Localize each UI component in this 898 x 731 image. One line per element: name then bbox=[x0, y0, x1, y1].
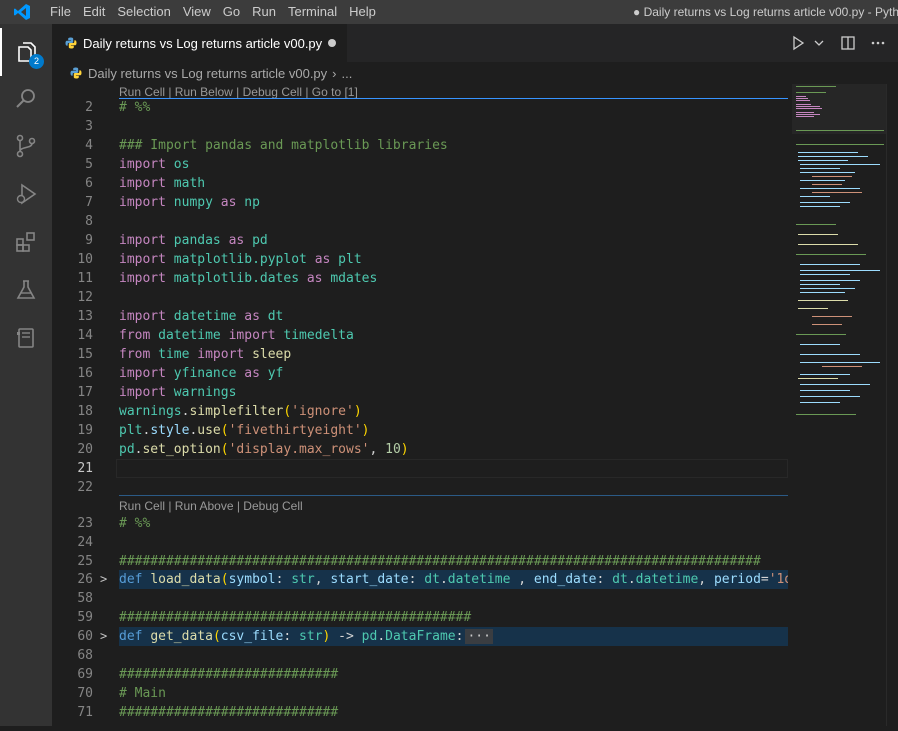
run-debug-icon bbox=[16, 183, 37, 205]
code-line: 5 import os bbox=[85, 157, 190, 172]
flask-icon bbox=[16, 280, 36, 299]
code-line: 4 ### Import pandas and matplotlib librar… bbox=[85, 138, 448, 153]
editor-actions bbox=[790, 24, 886, 62]
breadcrumb: Daily returns vs Log returns article v00… bbox=[52, 62, 898, 84]
code-line: 3 bbox=[85, 119, 93, 134]
testing-button[interactable] bbox=[0, 266, 52, 314]
code-line: 2 # %% bbox=[85, 100, 151, 115]
more-actions-icon[interactable] bbox=[870, 35, 886, 51]
chevron-right-icon[interactable]: > bbox=[100, 627, 107, 646]
code-line: 70 # Main bbox=[77, 686, 166, 701]
vscode-logo-icon bbox=[0, 0, 44, 24]
menu-edit[interactable]: Edit bbox=[77, 0, 111, 24]
python-file-icon bbox=[65, 37, 77, 49]
code-line-current[interactable]: 21 bbox=[52, 459, 788, 478]
explorer-button[interactable]: 2 bbox=[0, 28, 52, 76]
menu-terminal[interactable]: Terminal bbox=[282, 0, 343, 24]
code-line: 16 import yfinance as yf bbox=[77, 366, 284, 381]
chevron-down-icon[interactable] bbox=[814, 35, 824, 51]
source-control-button[interactable] bbox=[0, 122, 52, 170]
activity-bar: 2 bbox=[0, 24, 52, 726]
notebook-icon bbox=[17, 328, 34, 348]
fold-ellipsis[interactable]: ··· bbox=[465, 629, 493, 644]
menu-run[interactable]: Run bbox=[246, 0, 282, 24]
code-line: 12 bbox=[77, 290, 93, 305]
run-debug-button[interactable] bbox=[0, 170, 52, 218]
code-line: 6 import math bbox=[85, 176, 206, 191]
editor-tab[interactable]: Daily returns vs Log returns article v00… bbox=[52, 24, 347, 62]
code-line: 25 ######################################… bbox=[77, 554, 761, 569]
code-line: 15 from time import sleep bbox=[77, 347, 292, 362]
minimap[interactable] bbox=[792, 84, 886, 726]
code-line: 58 bbox=[77, 591, 93, 606]
source-control-icon bbox=[16, 134, 36, 158]
code-line: 7 import numpy as np bbox=[85, 195, 260, 210]
breadcrumb-separator: › bbox=[332, 65, 337, 81]
code-line: 11 import matplotlib.dates as mdates bbox=[77, 271, 378, 286]
code-line: 9 import pandas as pd bbox=[85, 233, 268, 248]
menu-bar: File Edit Selection View Go Run Terminal… bbox=[44, 0, 382, 24]
code-line: 14 from datetime import timedelta bbox=[77, 328, 354, 343]
chevron-right-icon[interactable]: > bbox=[100, 570, 107, 589]
menu-file[interactable]: File bbox=[44, 0, 77, 24]
python-file-icon bbox=[70, 67, 82, 79]
unsaved-dot-icon[interactable] bbox=[328, 39, 336, 47]
search-button[interactable] bbox=[0, 74, 52, 122]
split-editor-icon[interactable] bbox=[840, 35, 856, 51]
code-line: 69 ############################ bbox=[77, 667, 339, 682]
code-line: 71 ############################ bbox=[77, 705, 339, 720]
code-line: 68 bbox=[77, 648, 93, 663]
explorer-badge: 2 bbox=[29, 54, 44, 69]
extensions-button[interactable] bbox=[0, 218, 52, 266]
code-line-folded: 26 > def load_data(symbol: str, start_date… bbox=[77, 570, 788, 589]
tab-bar: Daily returns vs Log returns article v00… bbox=[52, 24, 898, 62]
code-line: 8 bbox=[85, 214, 93, 229]
window-title: ● Daily returns vs Log returns article v… bbox=[633, 5, 898, 19]
code-line: 17 import warnings bbox=[77, 385, 237, 400]
search-icon bbox=[16, 89, 35, 108]
code-line: 10 import matplotlib.pyplot as plt bbox=[77, 252, 362, 267]
run-icon[interactable] bbox=[790, 35, 806, 51]
extensions-icon bbox=[16, 232, 35, 252]
codelens-cell-2[interactable]: Run Cell | Run Above | Debug Cell bbox=[119, 498, 303, 514]
menu-selection[interactable]: Selection bbox=[111, 0, 176, 24]
code-line-folded: 60 > def get_data(csv_file: str) -> pd.Dat… bbox=[77, 627, 493, 646]
menu-go[interactable]: Go bbox=[217, 0, 246, 24]
tab-label: Daily returns vs Log returns article v00… bbox=[83, 35, 323, 51]
title-bar: File Edit Selection View Go Run Terminal… bbox=[0, 0, 898, 24]
code-line: 24 bbox=[77, 535, 93, 550]
code-editor[interactable]: Run Cell | Run Below | Debug Cell | Go t… bbox=[52, 84, 788, 726]
code-line: 18 warnings.simplefilter('ignore') bbox=[77, 404, 362, 419]
breadcrumb-more[interactable]: ... bbox=[342, 66, 353, 81]
code-line: 20 pd.set_option('display.max_rows', 10) bbox=[77, 442, 409, 457]
notebook-button[interactable] bbox=[0, 314, 52, 362]
cell-divider bbox=[119, 495, 788, 496]
breadcrumb-file[interactable]: Daily returns vs Log returns article v00… bbox=[88, 66, 327, 81]
code-line: 13 import datetime as dt bbox=[77, 309, 284, 324]
code-line: 23 # %% bbox=[77, 516, 151, 531]
menu-help[interactable]: Help bbox=[343, 0, 382, 24]
vertical-scrollbar[interactable] bbox=[886, 84, 898, 726]
menu-view[interactable]: View bbox=[177, 0, 217, 24]
code-line: 19 plt.style.use('fivethirtyeight') bbox=[77, 423, 370, 438]
code-line: 59 ######################################… bbox=[77, 610, 472, 625]
